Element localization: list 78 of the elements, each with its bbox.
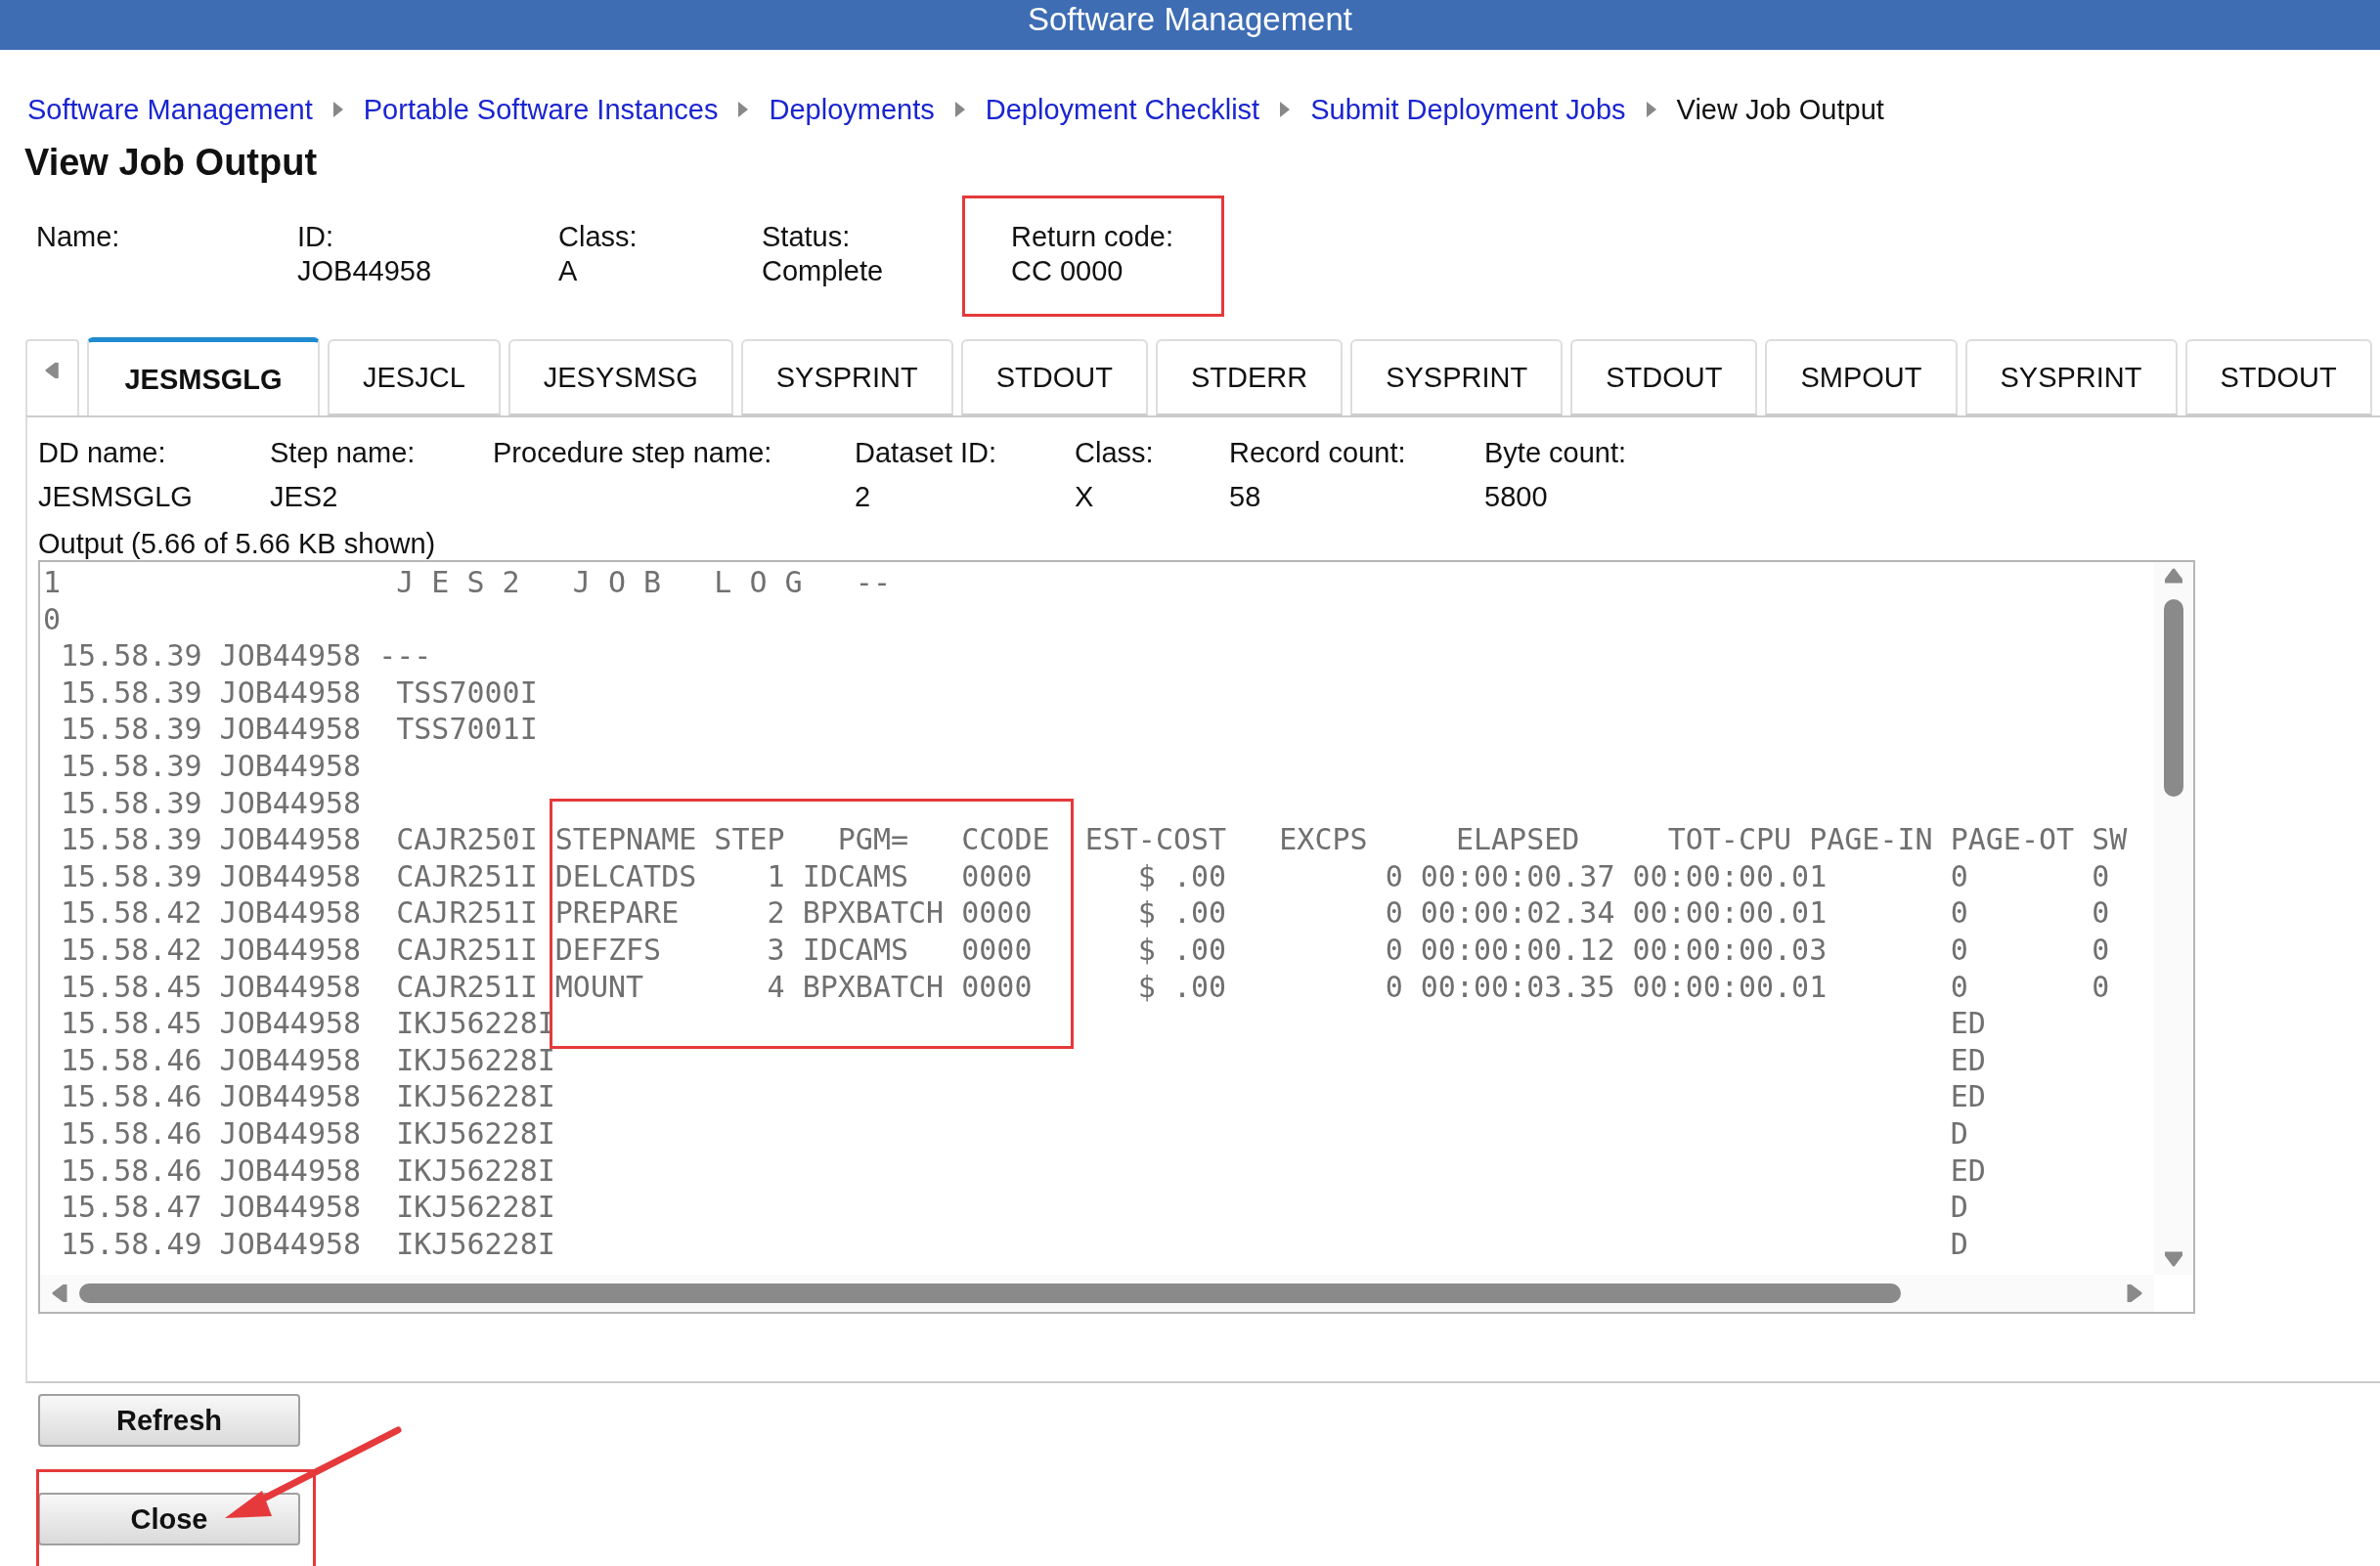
field-value: JESMSGLG: [38, 480, 194, 514]
output-line: 1 J E S 2 J O B L O G --: [43, 564, 892, 601]
horizontal-scrollbar[interactable]: [40, 1275, 2154, 1312]
output-line: 15.58.46 JOB44958 IKJ56228I ED: [60, 1078, 1987, 1115]
output-line: 15.58.39 JOB44958 CAJR251I DELCATDS 1 IDCAMS 0000 $ .00 0 00:00:00.37 00:00:00.01 0 0: [60, 857, 2111, 895]
breadcrumb-link[interactable]: Portable Software Instances: [363, 93, 719, 126]
field-label: Dataset ID:: [855, 436, 998, 470]
close-button[interactable]: Close: [38, 1493, 300, 1545]
arrow-right-icon[interactable]: [2127, 1284, 2144, 1302]
output-line: 0: [43, 600, 63, 638]
field-label: Status:: [762, 220, 852, 254]
field-label: Record count:: [1229, 436, 1407, 470]
chevron-right-icon: [331, 101, 344, 118]
field-value: CC 0000: [1011, 254, 1124, 288]
caret-left-icon[interactable]: [44, 363, 61, 378]
chevron-right-icon: [737, 101, 750, 118]
breadcrumb-link[interactable]: Software Management: [27, 93, 313, 126]
arrow-left-icon[interactable]: [52, 1284, 69, 1302]
output-line: 15.58.45 JOB44958 IKJ56228I ED: [60, 1005, 1987, 1042]
arrow-down-icon[interactable]: [2165, 1251, 2182, 1269]
tab[interactable]: SYSPRINT: [740, 339, 953, 415]
output-line: 15.58.46 JOB44958 IKJ56228I ED: [60, 1152, 1987, 1190]
output-line: 15.58.39 JOB44958 TSS7000I: [60, 674, 539, 712]
output-line: 15.58.39 JOB44958 TSS7001I: [60, 711, 539, 748]
field-label: Class:: [1075, 436, 1155, 470]
field-label: Procedure step name:: [493, 436, 773, 470]
breadcrumb-link[interactable]: Deployment Checklist: [985, 93, 1260, 126]
field-value: JOB44958: [297, 254, 433, 288]
output-line: 15.58.39 JOB44958 CAJR250I STEPNAME STEP PGM= CCODE EST-COST EXCPS ELAPSED TOT-CPU PAGE-IN PAGE-OT SW: [60, 821, 2129, 858]
field-value: A: [558, 254, 579, 288]
output-line: 15.58.39 JOB44958 ---: [60, 637, 433, 674]
field-label: Class:: [558, 220, 639, 254]
output-line: 15.58.49 JOB44958 IKJ56228I D: [60, 1225, 1969, 1263]
field-value: 2: [855, 480, 872, 514]
field-value: 5800: [1484, 480, 1549, 514]
output-line: 15.58.47 JOB44958 IKJ56228I D: [60, 1189, 1969, 1226]
field-label: Name:: [36, 220, 121, 254]
tab[interactable]: STDOUT: [960, 339, 1148, 415]
output-line: 15.58.39 JOB44958: [60, 747, 363, 785]
scrollbar-thumb[interactable]: [2164, 599, 2183, 797]
chevron-right-icon: [953, 101, 966, 118]
output-caption: Output (5.66 of 5.66 KB shown): [38, 527, 437, 560]
tab[interactable]: STDOUT: [2184, 339, 2372, 415]
field-value: X: [1075, 480, 1095, 514]
tab[interactable]: SMPOUT: [1765, 339, 1958, 415]
tab[interactable]: JESJCL: [328, 339, 501, 415]
tab[interactable]: SYSPRINT: [1350, 339, 1564, 415]
tab[interactable]: JESMSGLG: [87, 337, 320, 415]
vertical-scrollbar[interactable]: [2154, 562, 2193, 1275]
output-line: 15.58.42 JOB44958 CAJR251I PREPARE 2 BPXBATCH 0000 $ .00 0 00:00:02.34 00:00:00.01 0 0: [60, 894, 2111, 932]
output-line: 15.58.46 JOB44958 IKJ56228I ED: [60, 1041, 1987, 1079]
breadcrumb-link[interactable]: Deployments: [769, 93, 935, 126]
field-label: DD name:: [38, 436, 167, 470]
field-label: Step name:: [270, 436, 417, 470]
output-line: 15.58.42 JOB44958 CAJR251I DEFZFS 3 IDCAMS 0000 $ .00 0 00:00:00.12 00:00:00.03 0 0: [60, 931, 2111, 969]
chevron-right-icon: [1279, 101, 1292, 118]
output-line: 15.58.39 JOB44958: [60, 784, 363, 822]
output-line: 15.58.45 JOB44958 CAJR251I MOUNT 4 BPXBATCH 0000 $ .00 0 00:00:03.35 00:00:00.01 0 0: [60, 968, 2111, 1006]
arrow-up-icon[interactable]: [2165, 568, 2182, 586]
refresh-button[interactable]: Refresh: [38, 1394, 300, 1447]
output-line: 15.58.46 JOB44958 IKJ56228I D: [60, 1114, 1969, 1153]
field-label: Return code:: [1011, 220, 1175, 254]
current-page-label: View Job Output: [1676, 93, 1884, 126]
chevron-right-icon: [1645, 101, 1657, 118]
header-title: Software Management: [1028, 1, 1352, 37]
field-value: 58: [1229, 480, 1262, 514]
field-value: Complete: [762, 254, 885, 288]
scrollbar-thumb[interactable]: [79, 1283, 1901, 1303]
tab[interactable]: JESYSMSG: [507, 339, 733, 415]
tab[interactable]: SYSPRINT: [1964, 339, 2178, 415]
field-value: JES2: [270, 480, 339, 514]
tab[interactable]: STDERR: [1155, 339, 1344, 415]
field-label: Byte count:: [1484, 436, 1628, 470]
breadcrumb-link[interactable]: Submit Deployment Jobs: [1310, 93, 1626, 126]
tab[interactable]: STDOUT: [1570, 339, 1758, 415]
field-label: ID:: [297, 220, 335, 254]
tab-scroll-left[interactable]: [25, 339, 79, 415]
page-title: View Job Output: [24, 141, 319, 185]
